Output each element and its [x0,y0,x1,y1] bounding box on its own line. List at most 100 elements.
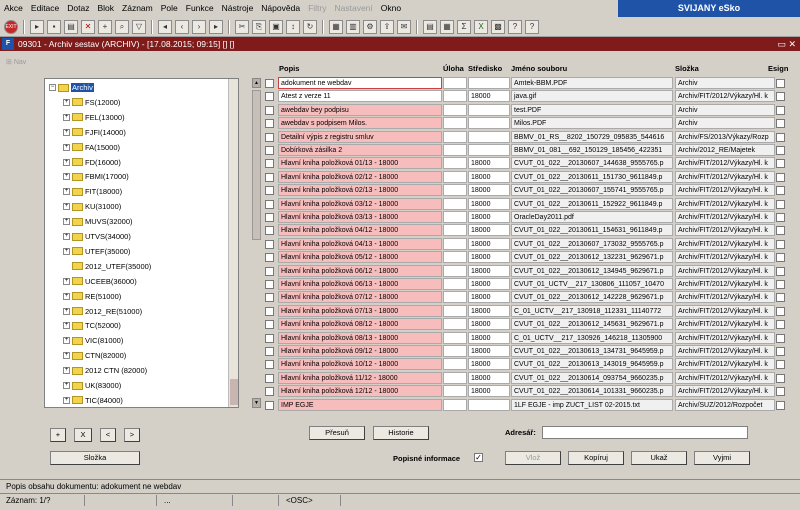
row-select-checkbox[interactable] [265,119,274,129]
cell-jmeno[interactable]: Milos.PDF [511,117,673,130]
table-row[interactable]: Hlavní kniha položková 09/12 - 18000 1800… [265,345,797,358]
tree-node[interactable]: + CTN(82000) [63,349,126,362]
cell-stredisko[interactable] [468,144,510,156]
cell-stredisko[interactable]: 18000 [468,237,510,250]
next-record-icon[interactable]: › [192,19,206,34]
row-select-checkbox[interactable] [265,186,274,196]
cell-uloha[interactable] [443,184,467,197]
calendar-icon[interactable]: ▦ [440,19,454,34]
cell-popis[interactable]: IMP EGJE [278,398,442,411]
cell-slozka[interactable]: Archiv/FIT/2012/Výkazy/Hl. k [675,170,775,183]
esign-checkbox[interactable] [776,280,785,289]
cell-slozka[interactable]: Archiv/FIT/2012/Výkazy/Hl. k [675,278,775,290]
table-row[interactable]: Hlavní kniha položková 11/12 - 18000 1800… [265,371,797,385]
tree-node[interactable]: + FIT(18000) [63,185,122,198]
table-row[interactable]: Hlavní kniha položková 12/12 - 18000 1800… [265,385,797,398]
tree-node[interactable]: +2012 CTN (82000) [63,364,147,377]
exit-icon[interactable]: EXIT [4,19,18,34]
menu-nastroje[interactable]: Nástroje [218,0,258,17]
menu-akce[interactable]: Akce [0,0,27,17]
table-row[interactable]: Hlavní kniha položková 06/12 - 18000 1800… [265,264,797,278]
cell-jmeno[interactable]: OracleDay2011.pdf [511,211,673,223]
row-select-checkbox[interactable] [265,239,274,249]
cell-jmeno[interactable]: C_01_UCTV__217_130918_112331_11140772 [511,304,673,317]
cell-uloha[interactable] [443,224,467,237]
table-row[interactable]: Hlavní kniha položková 03/12 - 18000 1800… [265,197,797,211]
expand-icon[interactable]: + [63,247,70,255]
esign-checkbox[interactable] [776,226,785,236]
cell-popis[interactable]: Hlavní kniha položková 09/12 - 18000 [278,345,442,357]
menu-dotaz[interactable]: Dotaz [63,0,93,17]
cell-popis[interactable]: Hlavní kniha položková 08/13 - 18000 [278,331,442,344]
table-row[interactable]: Hlavní kniha položková 02/12 - 18000 1800… [265,170,797,184]
cell-uloha[interactable] [443,278,467,290]
expand-icon[interactable]: + [63,367,70,375]
expand-icon[interactable]: + [63,143,70,151]
row-select-checkbox[interactable] [265,159,274,169]
menu-filtry[interactable]: Filtry [304,0,330,17]
tree-node[interactable]: + FS(12000) [63,96,120,109]
table-row[interactable]: Hlavní kniha položková 08/13 - 18000 1800… [265,331,797,345]
cell-stredisko[interactable]: 18000 [468,304,510,317]
tree-node[interactable]: + UTVS(34000) [63,230,131,243]
cell-popis[interactable]: Hlavní kniha položková 01/13 - 18000 [278,157,442,170]
cell-jmeno[interactable]: CVUT_01_022__20130613_134731_9645959.p [511,345,673,357]
refresh-icon[interactable]: ↻ [303,19,317,34]
tree-scrollbar[interactable] [228,79,238,407]
cell-jmeno[interactable]: BBMV_01_081__692_150129_185456_422351 [511,144,673,156]
cell-popis[interactable]: Hlavní kniha položková 02/12 - 18000 [278,170,442,183]
expand-icon[interactable]: + [63,307,70,315]
cell-uloha[interactable] [443,144,467,156]
cell-jmeno[interactable]: C_01_UCTV__217_130926_146218_11305900 [511,331,673,344]
expand-icon[interactable]: + [63,233,70,240]
cell-jmeno[interactable]: CVUT_01_022__20130611_154631_9611849.p [511,224,673,237]
kopiruj-button[interactable]: Kopíruj [568,451,624,465]
cell-stredisko[interactable]: 18000 [468,331,510,344]
cell-slozka[interactable]: Archiv/FIT/2012/Výkazy/Hl. k [675,304,775,317]
esign-checkbox[interactable] [776,387,785,397]
cell-uloha[interactable] [443,345,467,357]
slozka-button[interactable]: Složka [50,451,140,465]
cell-popis[interactable]: Hlavní kniha položková 03/13 - 18000 [278,211,442,223]
cell-stredisko[interactable]: 18000 [468,291,510,304]
expand-icon[interactable]: + [63,218,70,226]
expand-icon[interactable]: + [63,396,70,404]
cell-slozka[interactable]: Archiv/FIT/2012/Výkazy/Hl. k [675,358,775,371]
expand-icon[interactable]: + [63,337,70,345]
row-select-checkbox[interactable] [265,213,274,222]
esign-checkbox[interactable] [776,105,785,115]
cell-stredisko[interactable]: 18000 [468,278,510,290]
tree-remove-button[interactable]: X [74,428,92,442]
cell-jmeno[interactable]: 1LF EGJE - imp ZUCT_LIST 02-2015.txt [511,398,673,411]
cell-uloha[interactable] [443,170,467,183]
cell-jmeno[interactable]: CVUT_01_022__20130614_093754_9660235.p [511,371,673,384]
table-row[interactable]: IMP EGJE 1LF EGJE - imp ZUCT_LIST 02-2015… [265,398,797,412]
mail-icon[interactable]: ✉ [397,19,411,34]
tree-node[interactable]: + MUVS(32000) [63,215,133,228]
row-select-checkbox[interactable] [265,306,274,316]
cell-jmeno[interactable]: BBMV_01_RS__8202_150729_095835_544616 [511,130,673,143]
esign-checkbox[interactable] [776,239,785,249]
row-select-checkbox[interactable] [265,347,274,356]
cell-popis[interactable]: Hlavní kniha položková 08/12 - 18000 [278,318,442,331]
cell-uloha[interactable] [443,90,467,103]
cell-slozka[interactable]: Archiv/FIT/2012/Výkazy/Hl. k [675,237,775,250]
cell-stredisko[interactable] [468,103,510,116]
cell-stredisko[interactable] [468,130,510,143]
cell-jmeno[interactable]: CVUT_01_022__20130611_151730_9611849.p [511,170,673,183]
cell-popis[interactable]: awebdav bey podpisu [278,103,442,116]
last-record-icon[interactable]: ▸ [209,19,223,34]
cell-stredisko[interactable]: 18000 [468,264,510,277]
tree-node[interactable]: + FBMI(17000) [63,170,129,183]
paste-icon[interactable]: ▣ [269,19,283,34]
tree-node[interactable]: 2012_UTEF(35000) [63,260,151,273]
export-icon[interactable]: ⇪ [380,19,394,34]
expand-icon[interactable]: + [63,188,70,196]
cell-slozka[interactable]: Archiv/FIT/2012/Výkazy/Hl. k [675,224,775,237]
row-select-checkbox[interactable] [265,333,274,343]
cell-popis[interactable]: Hlavní kniha položková 12/12 - 18000 [278,385,442,398]
popisne-informace-checkbox[interactable]: ✓ [474,453,483,462]
table-row[interactable]: Hlavní kniha položková 01/13 - 18000 1800… [265,157,797,170]
cell-jmeno[interactable]: CVUT_01_022__20130607_173032_9555765.p [511,237,673,250]
cell-popis[interactable]: Hlavní kniha položková 05/12 - 18000 [278,251,442,264]
